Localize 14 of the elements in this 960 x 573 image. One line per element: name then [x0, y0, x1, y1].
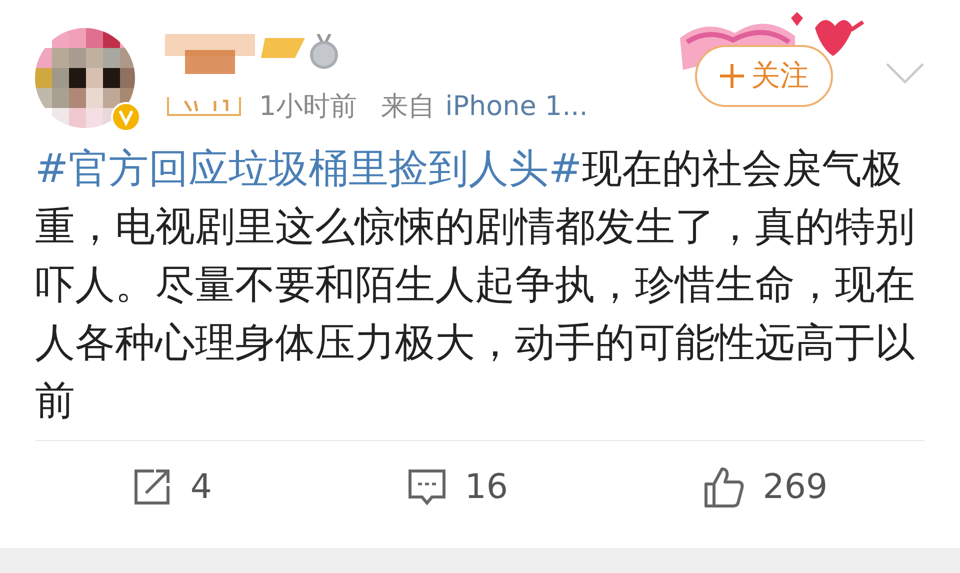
post-text: #官方回应垃圾桶里捡到人头#现在的社会戾气极重，电视剧里这么惊悚的剧情都发生了，真的特别吓人。尽量不要和陌生人起争执，珍惜生命，现在人各种心理身体压力极大，动手的可能性远高于以前: [35, 145, 916, 426]
chevron-down-icon[interactable]: [885, 62, 925, 84]
plus-icon: [719, 63, 745, 89]
hashtag-link[interactable]: #官方回应垃圾桶里捡到人头#: [35, 146, 582, 192]
repost-action[interactable]: 4: [132, 467, 212, 507]
share-icon: [132, 468, 172, 506]
source-label: 来自: [381, 90, 436, 124]
comment-action[interactable]: 16: [406, 467, 508, 507]
comment-icon: [406, 468, 447, 506]
post-time: 1小时前: [259, 90, 358, 124]
source-link[interactable]: iPhone 1...: [445, 90, 588, 122]
thumbs-up-icon: [702, 465, 745, 509]
medal-icon: [309, 34, 339, 70]
like-action[interactable]: 269: [702, 465, 828, 509]
